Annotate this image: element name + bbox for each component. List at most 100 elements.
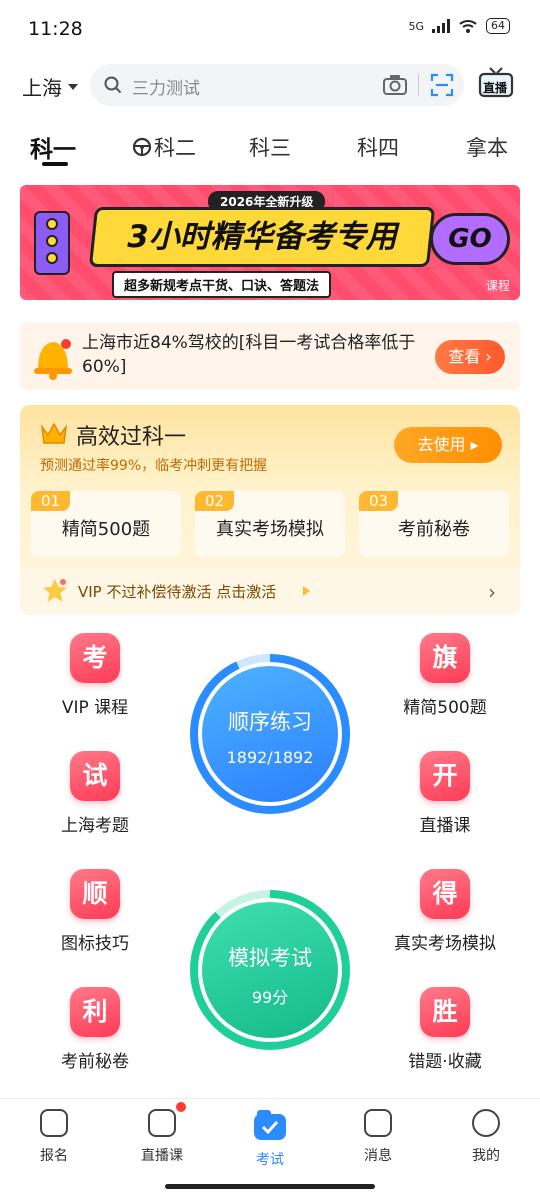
kai-icon: 开 [420,751,470,801]
grid-label: VIP 课程 [61,698,129,718]
banner-title: 3小时精华备考专用 [127,219,397,255]
mock-exam-score: 99分 [251,988,289,1007]
camera-icon[interactable] [382,73,408,97]
grid-vip-course[interactable]: 考 VIP 课程 [20,633,170,718]
view-button[interactable]: 查看 › [435,340,505,374]
nav-signup[interactable]: 报名 [9,1109,99,1165]
grid-real-exam-sim[interactable]: 得 真实考场模拟 [370,869,520,954]
kao-icon: 考 [70,633,120,683]
mock-exam-title: 模拟考试 [228,946,312,970]
nav-me[interactable]: 我的 [441,1109,531,1165]
exam-check-icon [254,1110,286,1140]
wifi-icon [459,20,477,33]
promo-title: 高效过科一 [76,425,187,450]
grid-label: 错题·收藏 [408,1052,482,1072]
use-now-button[interactable]: 去使用 ▸ [394,427,502,463]
signal-icon [432,19,450,33]
search-placeholder: 三力测试 [132,79,200,99]
subject1-promo-card: 高效过科一 预测通过率99%，临考冲刺更有把握 去使用 ▸ 01 精简500题 … [20,405,520,615]
steering-wheel-icon [132,137,152,157]
nav-exam[interactable]: 考试 [225,1109,315,1169]
chip-secret-paper[interactable]: 03 考前秘卷 [359,491,509,557]
tab-active-indicator [42,162,68,166]
notice-text: 上海市近84%驾校的[科目一考试合格率低于60%] [82,333,416,377]
grid-icon-tips[interactable]: 顺 图标技巧 [20,869,170,954]
shun-icon: 顺 [70,869,120,919]
scan-icon[interactable] [430,73,454,97]
tab-get-license[interactable]: 拿本 [466,132,508,162]
mock-exam-button[interactable]: 模拟考试 99分 [190,890,350,1050]
chip-label: 真实考场模拟 [216,519,324,540]
live-notification-dot [176,1102,186,1112]
grid-label: 上海考题 [61,816,129,836]
order-practice-core: 顺序练习 1892/1892 [202,666,338,802]
chip-number: 01 [31,491,71,511]
caret-down-icon [68,83,78,90]
grid-secret-paper[interactable]: 利 考前秘卷 [20,987,170,1072]
shi-icon: 试 [70,751,120,801]
grid-wrong-favorites[interactable]: 胜 错题·收藏 [370,987,520,1072]
promo-subtitle: 预测通过率99%，临考冲刺更有把握 [40,458,268,474]
sheng-icon: 胜 [420,987,470,1037]
home-indicator[interactable] [165,1184,375,1189]
chip-number: 03 [359,491,399,511]
banner-course-label: 课程 [485,279,510,293]
city-label: 上海 [22,76,62,100]
search-icon [104,76,122,94]
nav-live[interactable]: 直播课 [117,1109,207,1165]
order-practice-progress: 1892/1892 [226,748,314,767]
status-icons: 5G 64 [408,18,510,34]
order-practice-button[interactable]: 顺序练习 1892/1892 [190,654,350,814]
chip-simplified-500[interactable]: 01 精简500题 [31,491,181,557]
tab-subject-2-label: 科二 [154,136,196,160]
status-time: 11:28 [28,18,83,40]
de-icon: 得 [420,869,470,919]
tab-subject-3[interactable]: 科三 [249,132,291,162]
subject-tabs: 科一 科二 科三 科四 拿本 [0,128,540,168]
grid-simplified-500[interactable]: 旗 精简500题 [370,633,520,718]
vip-activation-bar[interactable]: VIP 不过补偿待激活 点击激活 › [20,568,520,615]
qi-icon: 旗 [420,633,470,683]
star-icon [43,579,67,602]
live-label: 直播 [483,81,508,95]
search-box[interactable]: 三力测试 [90,64,464,106]
promo-banner[interactable]: 2026年全新升级 3小时精华备考专用 超多新规考点干货、口诀、答题法 GO 课… [20,185,520,300]
signup-icon [40,1109,68,1137]
mock-exam-core: 模拟考试 99分 [202,902,338,1038]
chip-label: 精简500题 [61,519,151,540]
tab-subject-2[interactable]: 科二 [132,132,196,162]
banner-title-box: 3小时精华备考专用 [88,207,436,267]
vip-text: VIP 不过补偿待激活 点击激活 [78,583,277,601]
nav-messages[interactable]: 消息 [333,1109,423,1165]
order-practice-title: 顺序练习 [228,710,312,734]
smile-icon [472,1109,500,1137]
chip-real-exam[interactable]: 02 真实考场模拟 [195,491,345,557]
grid-label: 精简500题 [403,698,487,718]
message-icon [364,1109,392,1137]
crown-icon [40,422,68,444]
pass-rate-notice[interactable]: 上海市近84%驾校的[科目一考试合格率低于60%] 查看 › [20,322,520,390]
nav-label: 考试 [256,1152,284,1168]
city-selector[interactable]: 上海 [22,72,78,101]
nav-label: 直播课 [141,1148,183,1164]
grid-shanghai-questions[interactable]: 试 上海考题 [20,751,170,836]
chevron-right-icon: › [488,580,496,604]
nav-label: 我的 [472,1148,500,1164]
live-tv-button[interactable]: 直播 [478,66,514,100]
play-arrow-icon [303,586,310,596]
grid-label: 真实考场模拟 [394,934,496,954]
search-divider [418,74,419,96]
nav-label: 消息 [364,1148,392,1164]
grid-label: 考前秘卷 [61,1052,129,1072]
tab-subject-1[interactable]: 科一 [30,130,76,164]
banner-decoration [34,211,70,275]
chip-number: 02 [195,491,235,511]
live-play-icon [148,1109,176,1137]
li-icon: 利 [70,987,120,1037]
grid-live-course[interactable]: 开 直播课 [370,751,520,836]
tab-subject-4[interactable]: 科四 [357,132,399,162]
nav-label: 报名 [40,1148,68,1164]
grid-label: 图标技巧 [61,934,129,954]
battery-indicator: 64 [486,18,510,34]
banner-subtitle: 超多新规考点干货、口诀、答题法 [112,271,332,298]
